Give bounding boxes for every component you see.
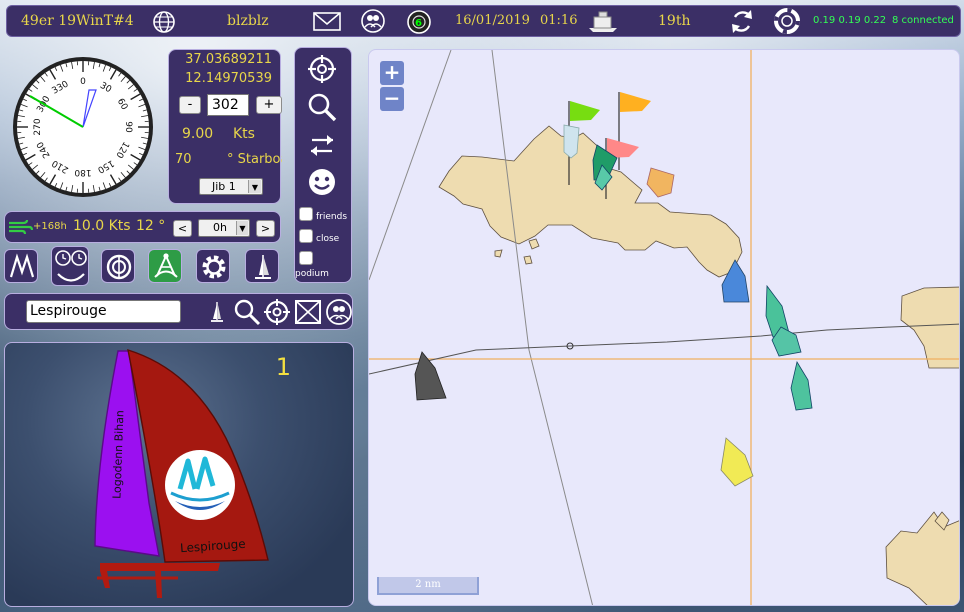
compass-label: 270 [33, 118, 43, 135]
locate-boat-icon[interactable] [263, 298, 291, 330]
islet [528, 238, 540, 250]
friends-label: friends [316, 212, 348, 222]
map-scale: 2 nm [377, 577, 479, 595]
coast-east [900, 286, 959, 369]
boat-opponent[interactable] [563, 124, 580, 159]
zoom-in-button[interactable]: + [380, 61, 404, 85]
add-friend-icon[interactable] [325, 298, 353, 330]
globe-icon[interactable] [151, 6, 177, 36]
search-icon[interactable] [307, 92, 337, 126]
tack-side: ° Starboard [227, 152, 282, 167]
boat-icon[interactable] [586, 6, 620, 36]
boat-opponent[interactable] [646, 167, 675, 198]
polar-button[interactable] [4, 249, 38, 283]
boat-opponent[interactable] [720, 437, 754, 487]
islet [523, 255, 533, 265]
timer-button[interactable] [51, 246, 89, 286]
island-main [438, 125, 743, 278]
sail-icon[interactable] [206, 299, 228, 329]
sail-select[interactable]: Jib 1 ▼ [199, 178, 263, 195]
mail-icon[interactable] [312, 6, 342, 36]
wind-prev-button[interactable]: < [173, 220, 192, 237]
heading-minus-button[interactable]: - [179, 96, 201, 114]
message-boat-icon[interactable] [294, 298, 322, 330]
wind-icon [7, 216, 34, 242]
connected-count: 8 connected [892, 15, 954, 26]
sextant-button[interactable] [148, 249, 182, 283]
race-map[interactable]: + − 2 nm [368, 49, 960, 606]
heading-plus-button[interactable]: + [256, 96, 282, 114]
search-icon[interactable] [233, 298, 261, 330]
compass[interactable]: 0306090120150180210240270300330 [10, 54, 156, 200]
top-bar: 49er 19WinT#4 blzblz 6 16/01/2019 01:16 … [6, 5, 961, 37]
boat-opponent[interactable] [790, 360, 813, 411]
ranking-badge: 6 [415, 18, 422, 29]
wind-time-value: 0h [213, 221, 227, 234]
latitude: 37.03689211 [185, 52, 272, 67]
heading-input[interactable]: 302 [207, 94, 249, 116]
podium-checkbox[interactable] [299, 251, 313, 265]
center-boat-icon[interactable] [307, 54, 337, 88]
race-date: 16/01/2019 [455, 13, 530, 28]
islet [494, 249, 503, 258]
boat-speed: 9.00 [182, 126, 214, 142]
swap-icon[interactable] [307, 130, 337, 164]
boat-search-input[interactable]: Lespirouge [26, 300, 181, 323]
sail-select-value: Jib 1 [212, 180, 236, 193]
boat-card: 1 Logodenn Bihan Lespirouge [4, 342, 354, 607]
settings-button[interactable] [196, 249, 230, 283]
race-name: 49er 19WinT#4 [21, 13, 134, 29]
zoom-out-button[interactable]: − [380, 87, 404, 111]
wind-speed: 10.0 Kts [73, 218, 131, 234]
compass-label: 0 [80, 77, 86, 87]
compass-label: 90 [123, 121, 133, 133]
boat-search-panel: Lespirouge [4, 293, 353, 330]
boat-track [369, 323, 959, 375]
race-time: 01:16 [540, 13, 578, 28]
coast-southeast [885, 511, 959, 605]
user-name: blzblz [227, 13, 269, 29]
boat-drawing [94, 348, 269, 598]
tool-column: friends close podium [294, 47, 352, 283]
network-stats: 0.19 0.19 0.22 [813, 15, 887, 26]
podium-label: podium [295, 269, 329, 279]
friends-icon[interactable] [359, 6, 387, 36]
wind-angle: 12 ° [136, 218, 166, 234]
wind-forecast-offset: +168h [33, 221, 67, 232]
flag-orange [618, 92, 651, 170]
compass-label: 180 [74, 167, 91, 177]
refresh-icon[interactable] [727, 6, 757, 36]
longitude: 12.14970539 [185, 71, 272, 86]
close-label: close [316, 234, 340, 244]
friends-checkbox[interactable] [299, 207, 313, 221]
sail-button[interactable] [245, 249, 279, 283]
true-wind-angle: 70 [175, 152, 192, 167]
chevron-down-icon: ▼ [248, 180, 261, 193]
chevron-down-icon: ▼ [236, 221, 248, 235]
wind-panel: +168h 10.0 Kts 12 ° < 0h ▼ > [4, 211, 281, 243]
close-checkbox[interactable] [299, 229, 313, 243]
wind-time-select[interactable]: 0h ▼ [198, 219, 250, 237]
target-button[interactable] [101, 249, 135, 283]
lifebuoy-icon[interactable] [773, 6, 801, 36]
boat-speed-unit: Kts [233, 126, 255, 142]
navigation-panel: 37.03689211 12.14970539 - 302 + 9.00 Kts… [168, 49, 282, 204]
rank: 19th [658, 13, 691, 29]
smiley-icon[interactable] [307, 167, 337, 201]
wind-next-button[interactable]: > [256, 220, 275, 237]
